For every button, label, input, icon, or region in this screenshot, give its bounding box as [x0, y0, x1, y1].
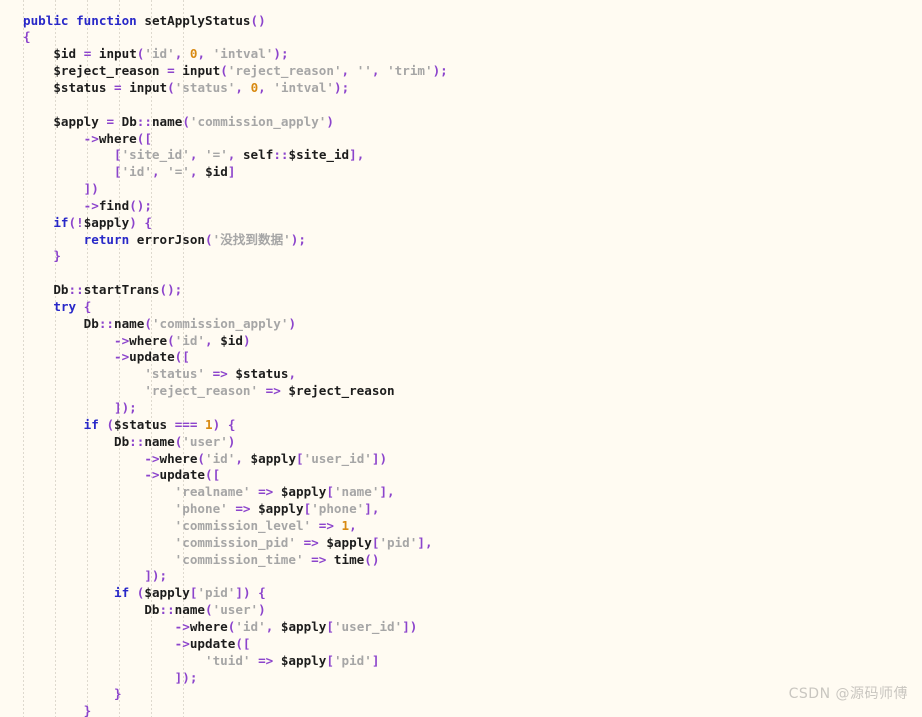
code-line: ->where('id', $id)	[114, 332, 251, 348]
code-line: if ($apply['pid']) {	[114, 585, 266, 601]
code-line: }	[114, 686, 122, 702]
code-line: ->where('id', $apply['user_id'])	[174, 618, 418, 634]
code-line: 'commission_time' => time()	[174, 551, 380, 567]
code-line: 'commission_pid' => $apply['pid'],	[174, 534, 433, 550]
code-line: if(!$apply) {	[53, 214, 152, 230]
code-line: $apply = Db::name('commission_apply')	[53, 113, 334, 129]
code-line: {	[23, 29, 31, 45]
code-line: 'reject_reason' => $reject_reason	[144, 383, 395, 399]
code-line: ->update([	[114, 349, 190, 365]
code-line: return errorJson('没找到数据');	[83, 231, 306, 247]
code-line: Db::name('user')	[114, 433, 236, 449]
code-line: 'status' => $status,	[144, 366, 297, 382]
code-line: Db::name('commission_apply')	[83, 315, 297, 331]
code-line: ->where('id', $apply['user_id'])	[144, 450, 388, 466]
code-line: ->update([	[174, 635, 251, 651]
code-line: ['site_id', '=', self::$site_id],	[114, 147, 365, 163]
code-line: 'commission_level' => 1,	[174, 517, 357, 533]
code-line: ->where([	[83, 130, 152, 146]
code-line: 'phone' => $apply['phone'],	[174, 501, 380, 517]
code-line: 'tuid' => $apply['pid']	[204, 652, 380, 668]
code-block[interactable]: public function setApplyStatus(){ $id = …	[23, 13, 448, 717]
code-line: ['id', '=', $id]	[114, 164, 236, 180]
code-screenshot: public function setApplyStatus(){ $id = …	[0, 0, 922, 717]
code-line: ])	[83, 181, 99, 197]
code-line: ]);	[174, 669, 198, 685]
code-line: try {	[53, 298, 92, 314]
code-line: }	[83, 703, 92, 717]
code-line: $status = input('status', 0, 'intval');	[53, 79, 350, 95]
csdn-watermark: CSDN @源码师傅	[788, 686, 908, 702]
code-line: }	[53, 248, 61, 264]
code-line: $reject_reason = input('reject_reason', …	[53, 63, 448, 79]
code-line: Db::startTrans();	[53, 282, 183, 298]
code-line: if ($status === 1) {	[83, 416, 236, 432]
code-line: Db::name('user')	[144, 602, 266, 618]
code-line: $id = input('id', 0, 'intval');	[53, 46, 289, 62]
code-line: 'realname' => $apply['name'],	[174, 484, 395, 500]
code-line: ]);	[144, 568, 168, 584]
code-line: public function setApplyStatus()	[23, 12, 266, 28]
code-line: ->find();	[83, 197, 152, 213]
code-line: ->update([	[144, 467, 221, 483]
code-line: ]);	[114, 400, 137, 415]
